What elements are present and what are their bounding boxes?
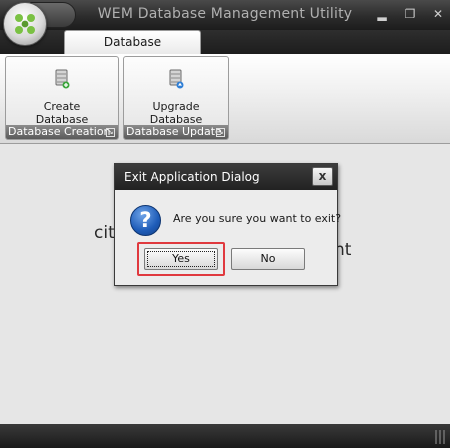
dialog-message: Are you sure you want to exit? xyxy=(173,212,342,225)
background-text-fragment: cit xyxy=(94,223,115,243)
minimize-button[interactable]: ▂ xyxy=(374,7,390,21)
database-add-icon xyxy=(55,69,70,89)
citrix-logo-icon xyxy=(15,14,35,34)
group-label-text: Database Update xyxy=(126,125,222,138)
application-menu-button[interactable] xyxy=(3,2,47,46)
dialog-title: Exit Application Dialog xyxy=(124,170,260,184)
maximize-button[interactable]: ❐ xyxy=(402,7,418,21)
status-bar xyxy=(0,424,450,448)
tab-database-management[interactable]: Database Management xyxy=(64,30,201,72)
dialog-launcher-icon[interactable]: ↘ xyxy=(216,128,225,137)
group-database-update: Upgrade Database Database Update ↘ xyxy=(123,56,229,140)
database-upgrade-icon xyxy=(169,69,184,89)
dialog-launcher-icon[interactable]: ↘ xyxy=(106,128,115,137)
create-database-button[interactable]: Create Database xyxy=(6,57,118,128)
question-icon: ? xyxy=(130,205,161,236)
group-database-creation: Create Database Database Creation ↘ xyxy=(5,56,119,140)
upgrade-database-label-line1: Upgrade xyxy=(152,100,200,113)
create-database-label: Create Database xyxy=(6,100,118,126)
upgrade-database-label: Upgrade Database xyxy=(124,100,228,126)
app-window: WEM Database Management Utility ▂ ❐ ✕ Da… xyxy=(0,0,450,448)
yes-button[interactable]: Yes xyxy=(144,248,218,270)
resize-grip-icon[interactable] xyxy=(435,430,447,444)
focus-rectangle xyxy=(147,251,215,267)
group-label-text: Database Creation xyxy=(8,125,111,138)
group-label-database-creation: Database Creation ↘ xyxy=(6,125,118,139)
dialog-title-bar: Exit Application Dialog x xyxy=(115,164,337,190)
upgrade-database-button[interactable]: Upgrade Database xyxy=(124,57,228,128)
close-button[interactable]: ✕ xyxy=(430,7,446,21)
no-button[interactable]: No xyxy=(231,248,305,270)
ribbon: Create Database Database Creation ↘ Upgr… xyxy=(0,54,450,144)
create-database-label-line1: Create xyxy=(43,100,81,113)
group-label-database-update: Database Update ↘ xyxy=(124,125,228,139)
dialog-close-button[interactable]: x xyxy=(312,167,333,186)
